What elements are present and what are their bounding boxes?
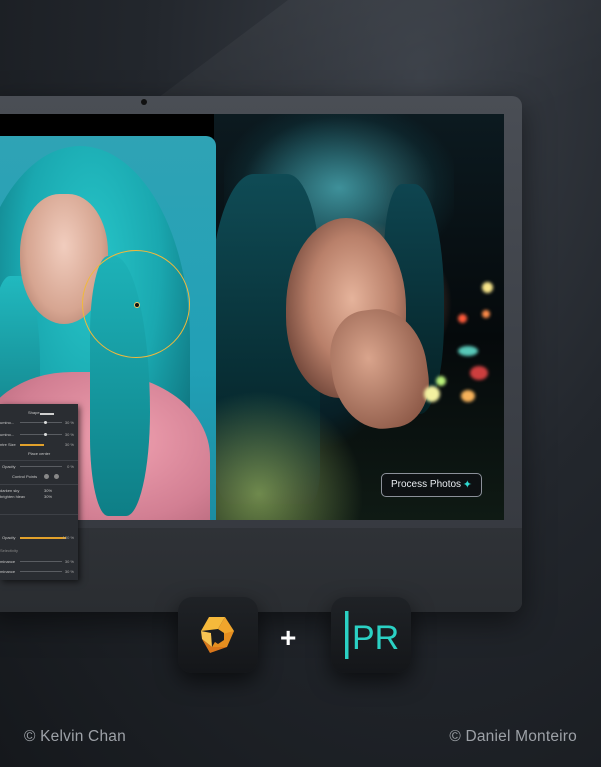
bokeh-light bbox=[482, 310, 490, 318]
luminosity-slider[interactable] bbox=[20, 422, 62, 423]
sparkle-icon: ✦ bbox=[462, 479, 472, 491]
add-point-icon[interactable] bbox=[44, 474, 49, 479]
monitor-chin bbox=[0, 528, 522, 612]
luminance-slider[interactable] bbox=[20, 571, 62, 572]
process-photos-label: Process Photos bbox=[391, 479, 462, 490]
nik-collection-app-icon[interactable] bbox=[178, 597, 258, 673]
place-center-button[interactable]: Place center bbox=[28, 451, 50, 456]
remove-point-icon[interactable] bbox=[54, 474, 59, 479]
shape-toggle[interactable] bbox=[40, 413, 54, 415]
control-points-label: Control Points bbox=[12, 474, 38, 479]
bokeh-light bbox=[458, 346, 478, 356]
luminance-slider[interactable] bbox=[20, 561, 62, 562]
bokeh-light bbox=[458, 314, 467, 323]
camera-icon bbox=[141, 99, 147, 105]
bokeh-light bbox=[436, 376, 446, 386]
bokeh-light bbox=[461, 390, 475, 402]
opacity-slider[interactable] bbox=[20, 537, 66, 539]
opacity-slider[interactable] bbox=[20, 466, 62, 467]
shape-label: Shape bbox=[28, 410, 40, 415]
processed-photo bbox=[210, 114, 504, 520]
bokeh-light bbox=[470, 366, 488, 380]
pr-app-icon[interactable]: PR bbox=[331, 597, 411, 673]
credit-right: © Daniel Monteiro bbox=[449, 728, 577, 745]
control-point-panel: Shape umino... 30 % umino... 30 % ntre S… bbox=[0, 404, 78, 580]
bokeh-light bbox=[424, 386, 440, 402]
centre-size-slider[interactable] bbox=[20, 444, 44, 446]
svg-text:PR: PR bbox=[352, 619, 399, 657]
credit-left: © Kelvin Chan bbox=[24, 728, 126, 745]
bokeh-light bbox=[482, 282, 493, 293]
pr-logo-icon: PR bbox=[345, 611, 399, 659]
process-photos-button[interactable]: Process Photos ✦ bbox=[381, 473, 482, 497]
plus-sign: + bbox=[280, 622, 297, 653]
luminosity-slider[interactable] bbox=[20, 434, 62, 435]
aperture-icon bbox=[201, 617, 234, 653]
control-point-handle[interactable] bbox=[134, 302, 140, 308]
